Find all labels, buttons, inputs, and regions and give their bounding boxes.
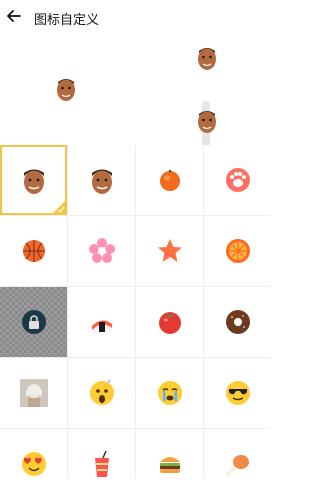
drink-cup-icon (94, 450, 109, 477)
icon-option[interactable] (0, 145, 67, 215)
lock-icon (21, 310, 46, 334)
tomato-icon (158, 312, 181, 334)
icon-option[interactable] (68, 145, 135, 215)
top-bar: 图标自定义 (0, 0, 270, 38)
icon-grid (0, 145, 271, 499)
face-photo-icon (23, 169, 44, 194)
sunglasses-emoji-icon (225, 381, 250, 405)
icon-option[interactable] (136, 287, 203, 357)
star-icon (157, 239, 182, 262)
icon-option[interactable] (204, 287, 271, 357)
icon-option[interactable] (204, 358, 271, 428)
orange-slice-icon (225, 239, 250, 263)
icon-option[interactable] (68, 287, 135, 357)
chicken-leg-icon (225, 455, 249, 476)
scared-emoji-icon (89, 379, 114, 405)
icon-option[interactable] (136, 145, 203, 215)
icon-option[interactable] (68, 429, 135, 499)
icon-option[interactable] (136, 358, 203, 428)
face-preview-icon[interactable] (196, 45, 218, 71)
sushi-icon (91, 320, 112, 334)
crying-emoji-icon (157, 381, 182, 405)
icon-option[interactable] (0, 287, 67, 357)
burger-icon (159, 457, 180, 473)
icon-preview-area (0, 38, 270, 156)
orange-fruit-icon (159, 169, 180, 191)
icon-option[interactable] (68, 216, 135, 286)
icon-option[interactable] (136, 429, 203, 499)
flower-icon (88, 238, 115, 263)
icon-option[interactable] (204, 429, 271, 499)
face-photo-icon (91, 169, 112, 194)
check-icon (53, 201, 65, 213)
back-arrow-icon[interactable] (6, 8, 22, 24)
page-title: 图标自定义 (34, 13, 100, 28)
paw-icon (225, 168, 250, 192)
basketball-icon (22, 240, 45, 262)
donut-icon (225, 310, 250, 334)
icon-option[interactable] (0, 358, 67, 428)
heart-eyes-emoji-icon (21, 452, 46, 476)
face-preview-icon (57, 79, 75, 101)
icon-option[interactable] (0, 429, 67, 499)
icon-option[interactable] (204, 145, 271, 215)
photo-girl-icon (19, 379, 48, 407)
icon-option[interactable] (68, 358, 135, 428)
face-preview-icon[interactable] (196, 108, 218, 134)
icon-option[interactable] (136, 216, 203, 286)
icon-option[interactable] (0, 216, 67, 286)
icon-option[interactable] (204, 216, 271, 286)
